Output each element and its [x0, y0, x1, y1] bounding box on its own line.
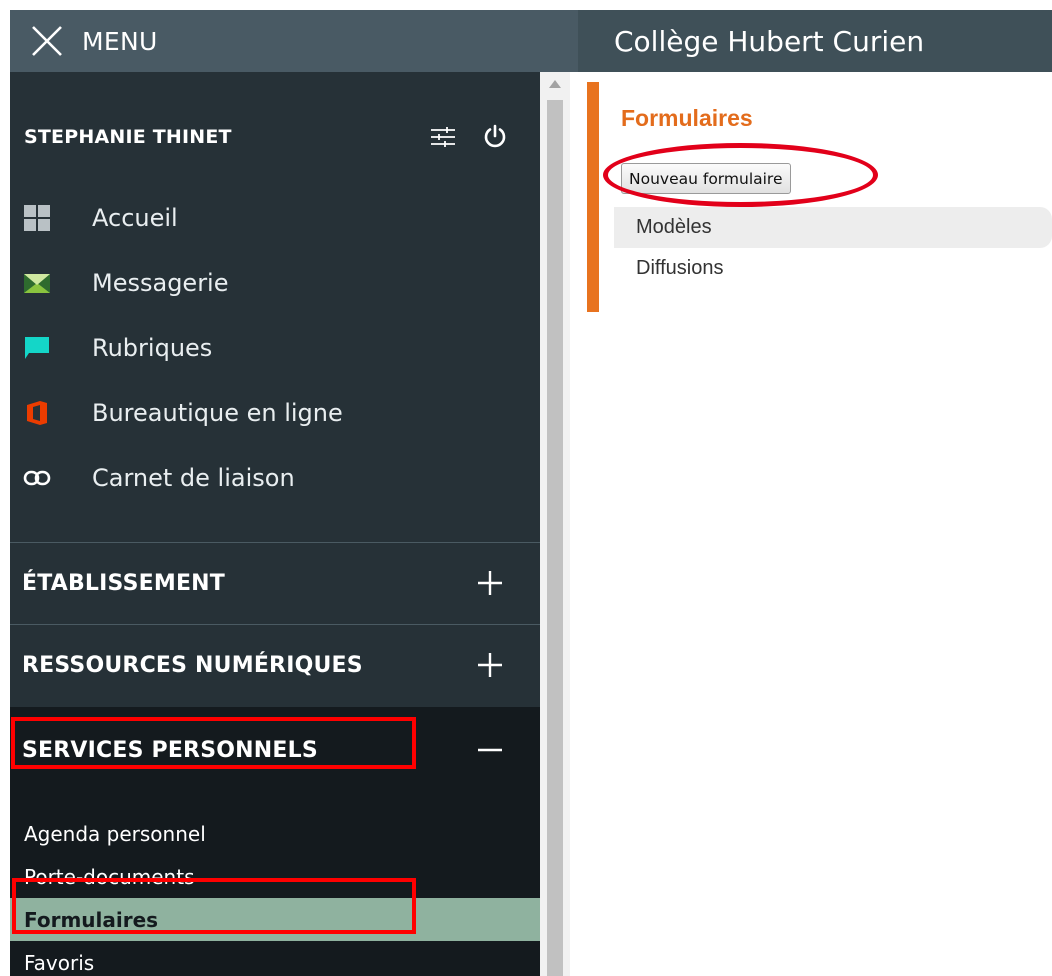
plus-icon[interactable] [470, 563, 510, 603]
nav-item-accueil[interactable]: Accueil [10, 185, 540, 250]
scroll-thumb[interactable] [547, 100, 563, 976]
menu-label: MENU [82, 26, 158, 56]
nav-item-messagerie[interactable]: Messagerie [10, 250, 540, 315]
nav-label: Carnet de liaison [92, 463, 295, 492]
user-name: STEPHANIE THINET [24, 126, 232, 148]
office-icon [22, 398, 52, 428]
content-item-diffusions[interactable]: Diffusions [614, 248, 1052, 289]
nav-item-carnet[interactable]: Carnet de liaison [10, 445, 540, 510]
scroll-up-icon[interactable] [549, 80, 561, 88]
section-services-personnels[interactable]: SERVICES PERSONNELS [10, 707, 540, 793]
submenu-item-formulaires[interactable]: Formulaires [10, 898, 540, 941]
section-ressources-numeriques[interactable]: RESSOURCES NUMÉRIQUES [10, 625, 540, 705]
new-form-button[interactable]: Nouveau formulaire [621, 163, 791, 194]
close-icon[interactable] [28, 22, 66, 60]
mail-icon [22, 268, 52, 298]
submenu-item-favoris[interactable]: Favoris [10, 941, 540, 976]
submenu-item-porte-documents[interactable]: Porte-documents [10, 855, 540, 898]
main-nav: Accueil Messagerie Rubriques Bureautique… [10, 185, 540, 510]
content-accent-bar [587, 82, 599, 312]
content-list: Modèles Diffusions [614, 207, 1052, 289]
submenu-item-agenda[interactable]: Agenda personnel [10, 812, 540, 855]
user-row: STEPHANIE THINET [24, 120, 512, 154]
app-header: Collège Hubert Curien [578, 10, 1052, 72]
nav-label: Bureautique en ligne [92, 398, 343, 427]
services-submenu: Agenda personnel Porte-documents Formula… [10, 792, 540, 976]
nav-label: Accueil [92, 203, 178, 232]
nav-label: Rubriques [92, 333, 213, 362]
plus-icon[interactable] [470, 645, 510, 685]
power-icon[interactable] [478, 120, 512, 154]
section-etablissement[interactable]: ÉTABLISSEMENT [10, 543, 540, 623]
content-title: Formulaires [621, 105, 753, 131]
section-label: ÉTABLISSEMENT [22, 570, 225, 596]
minus-icon[interactable] [470, 730, 510, 770]
settings-sliders-icon[interactable] [426, 120, 460, 154]
content-item-modeles[interactable]: Modèles [614, 207, 1052, 248]
nav-item-bureautique[interactable]: Bureautique en ligne [10, 380, 540, 445]
grid-icon [22, 203, 52, 233]
link-icon [22, 463, 52, 493]
nav-item-rubriques[interactable]: Rubriques [10, 315, 540, 380]
scrollbar[interactable] [540, 72, 570, 976]
menu-header: MENU [10, 10, 578, 72]
nav-label: Messagerie [92, 268, 229, 297]
section-label: SERVICES PERSONNELS [22, 737, 318, 763]
section-label: RESSOURCES NUMÉRIQUES [22, 652, 363, 678]
sidebar: STEPHANIE THINET Accueil Messagerie Rubr… [10, 72, 540, 976]
app-title: Collège Hubert Curien [614, 24, 925, 58]
chat-icon [22, 333, 52, 363]
